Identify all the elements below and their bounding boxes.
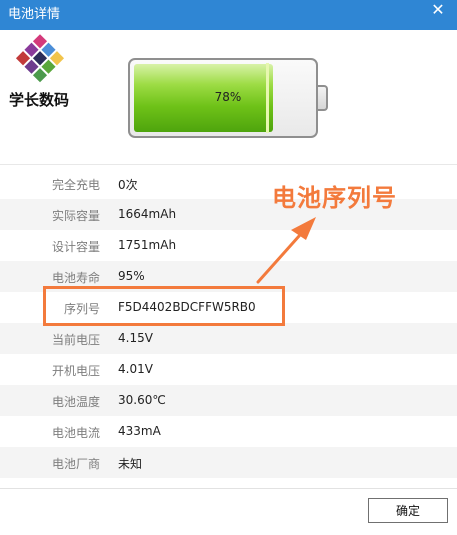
detail-row: 开机电压 4.01V: [0, 354, 457, 385]
detail-value: 30.60℃: [118, 393, 166, 407]
detail-row: 电池温度 30.60℃: [0, 385, 457, 416]
detail-label: 设计容量: [51, 240, 100, 254]
detail-value: 433mA: [118, 424, 161, 438]
detail-row: 当前电压 4.15V: [0, 323, 457, 354]
detail-value: 1751mAh: [118, 238, 177, 252]
close-icon[interactable]: ✕: [427, 0, 449, 22]
detail-row: 电池电流 433mA: [0, 416, 457, 447]
logo-text: 学长数码: [9, 91, 70, 109]
ok-button[interactable]: 确定: [368, 498, 448, 523]
serial-highlight-box: [43, 286, 285, 326]
battery-percent: 78%: [214, 90, 242, 104]
detail-value: 4.15V: [118, 331, 153, 345]
header-divider: [0, 164, 457, 165]
detail-label: 电池温度: [51, 395, 100, 409]
detail-label: 开机电压: [51, 364, 100, 378]
detail-value: 95%: [118, 269, 145, 283]
detail-value: 1664mAh: [118, 207, 177, 221]
detail-value: 4.01V: [118, 362, 153, 376]
detail-label: 实际容量: [51, 209, 100, 223]
detail-value: 0次: [118, 178, 138, 192]
footer-divider: [0, 488, 457, 489]
detail-label: 电池寿命: [51, 271, 100, 285]
window-title: 电池详情: [8, 7, 61, 22]
detail-label: 完全充电: [51, 178, 100, 192]
detail-row: 电池厂商 未知: [0, 447, 457, 478]
detail-value: 未知: [118, 457, 143, 471]
detail-label: 当前电压: [51, 333, 100, 347]
detail-label: 电池电流: [51, 426, 100, 440]
detail-row: 设计容量 1751mAh: [0, 230, 457, 261]
title-bar: 电池详情 ✕: [0, 0, 457, 30]
detail-label: 电池厂商: [51, 457, 100, 471]
annotation-label: 电池序列号: [272, 184, 397, 212]
